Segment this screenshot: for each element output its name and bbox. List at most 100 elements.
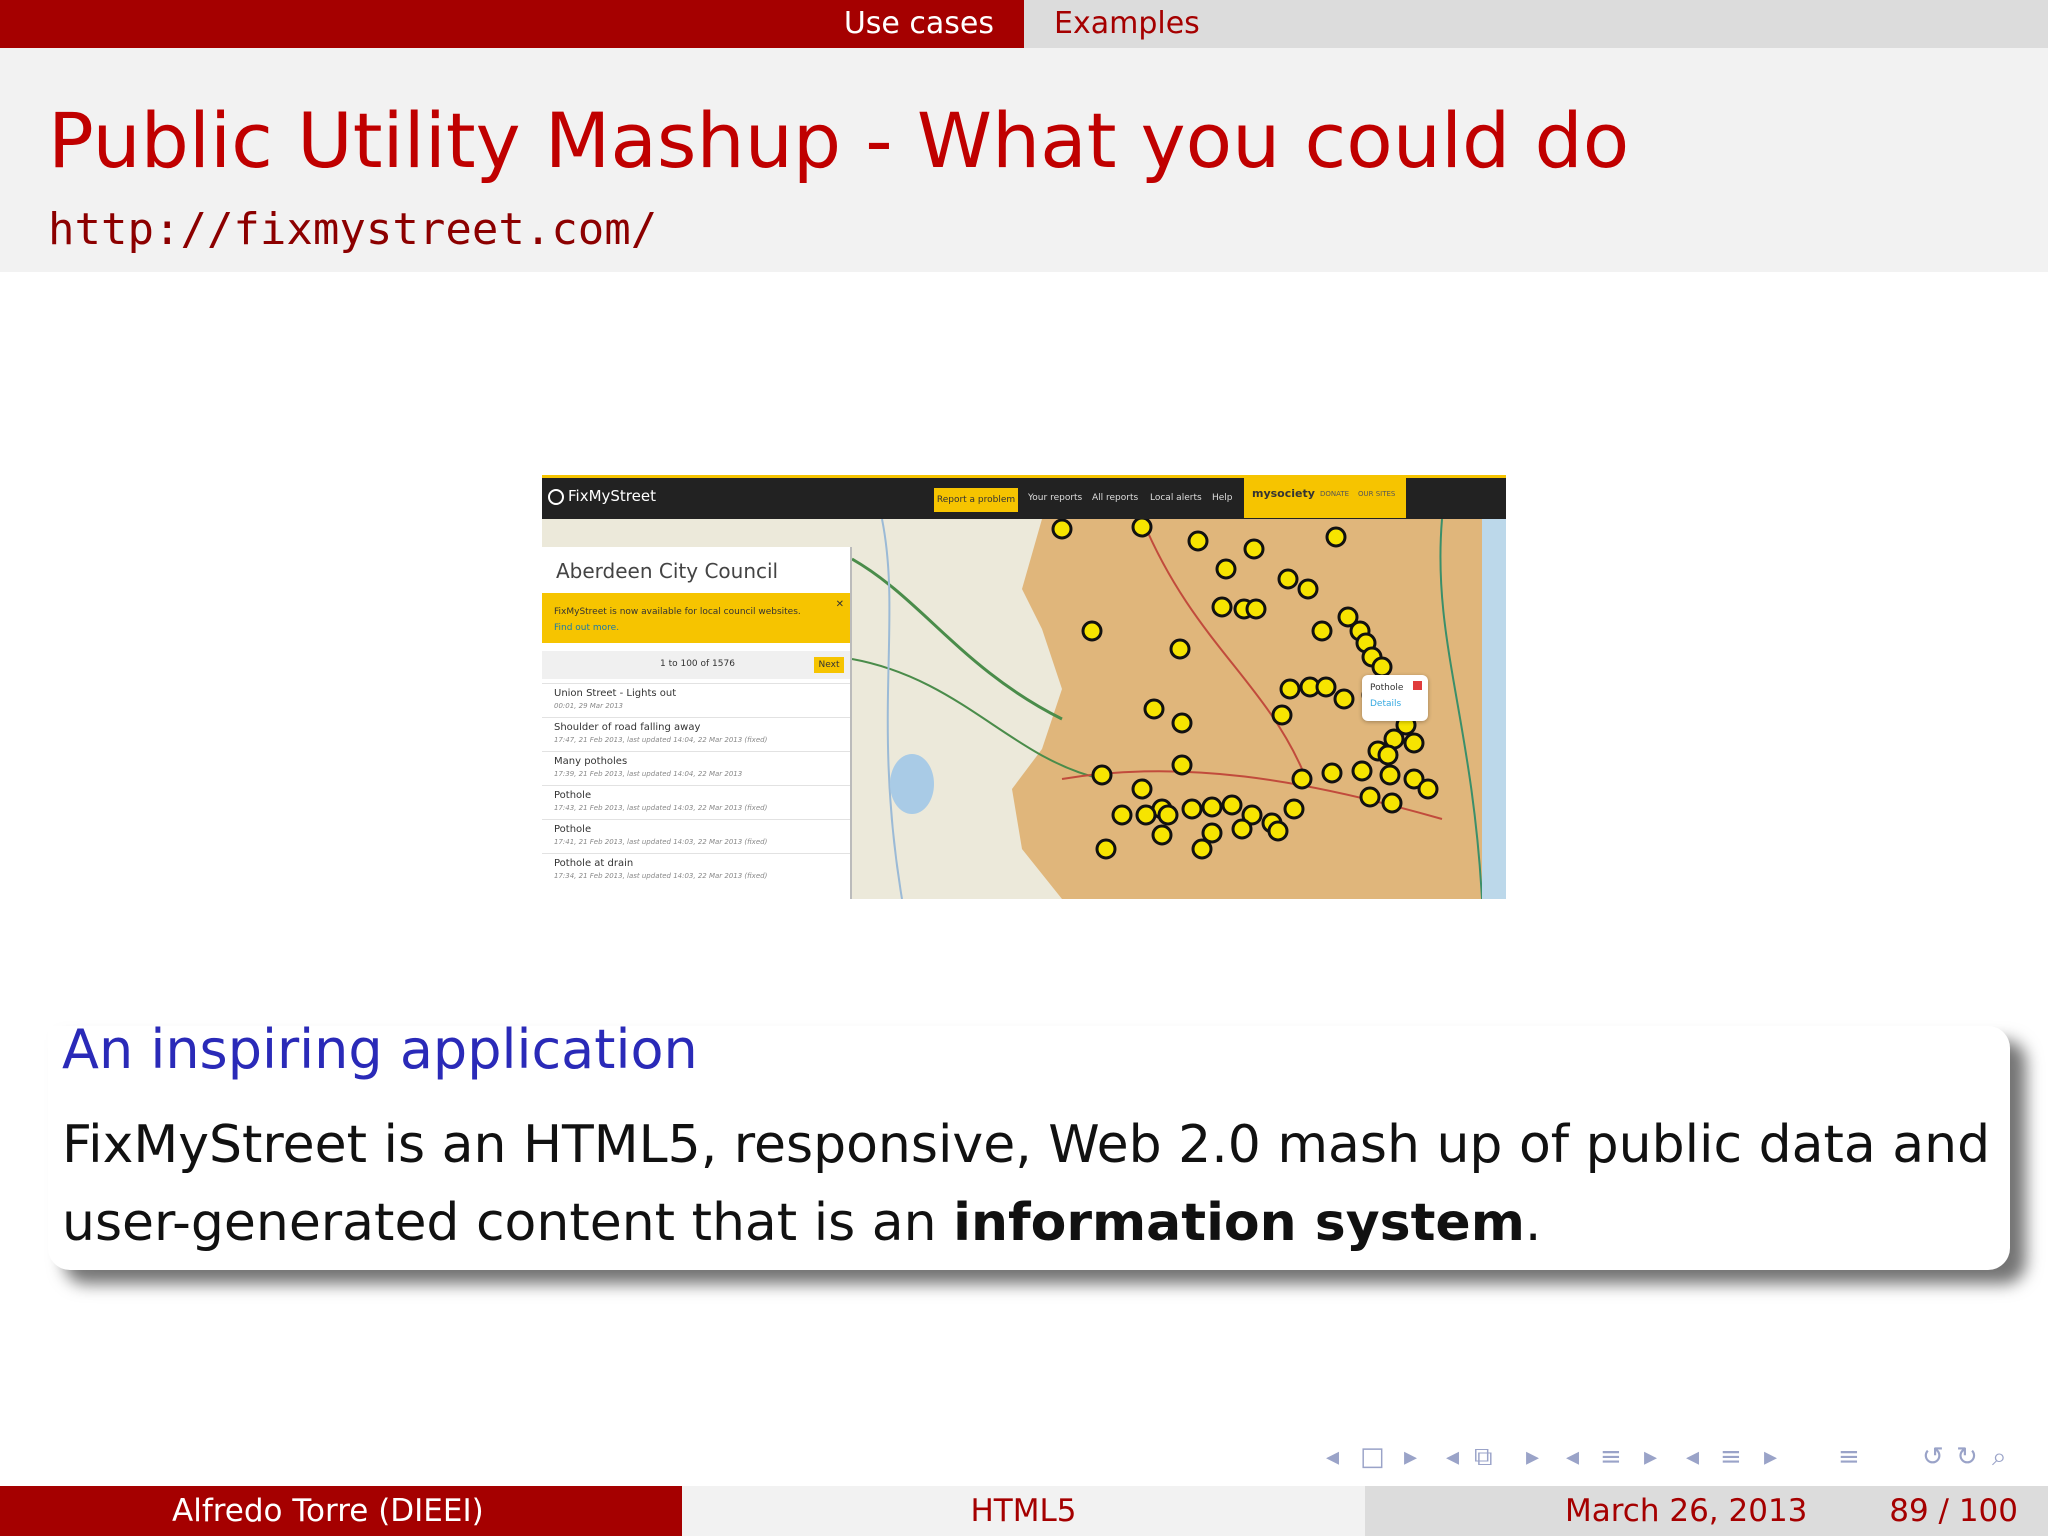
- popup-details-link[interactable]: Details: [1370, 699, 1401, 709]
- map-pin-icon[interactable]: [1081, 620, 1103, 642]
- map-pin-icon[interactable]: [1181, 798, 1203, 820]
- block-body-bold: information system: [953, 1193, 1525, 1253]
- footer-page-number: 89 / 100: [1889, 1493, 2018, 1529]
- map-pin-icon[interactable]: [1171, 712, 1193, 734]
- map-pin-icon[interactable]: [1187, 530, 1209, 552]
- footer-author-box: Alfredo Torre (DIEEI): [0, 1486, 682, 1536]
- map-pin-icon[interactable]: [1215, 558, 1237, 580]
- map-pin-icon[interactable]: [1151, 824, 1173, 846]
- map-pin-icon[interactable]: [1143, 698, 1165, 720]
- nav-section-icons[interactable]: ◂ ≡ ▸: [1566, 1436, 1706, 1476]
- map-pin-icon[interactable]: [1277, 568, 1299, 590]
- nav-search-icon[interactable]: ↺ ↻ ⌕: [1922, 1436, 2032, 1476]
- map-pin-icon[interactable]: [1171, 754, 1193, 776]
- map-pin-icon[interactable]: [1111, 804, 1133, 826]
- footer: Alfredo Torre (DIEEI) HTML5 March 26, 20…: [0, 1486, 2048, 1536]
- map-pin-icon[interactable]: [1315, 676, 1337, 698]
- list-item[interactable]: Union Street - Lights out 00:01, 29 Mar …: [542, 683, 850, 717]
- map-pin-icon[interactable]: [1379, 764, 1401, 786]
- list-item[interactable]: Shoulder of road falling away 17:47, 21 …: [542, 717, 850, 751]
- block-body: FixMyStreet is an HTML5, responsive, Web…: [62, 1106, 1992, 1262]
- nav-local-alerts[interactable]: Local alerts: [1150, 493, 1202, 503]
- close-icon[interactable]: ✕: [836, 599, 844, 610]
- map-pin-icon[interactable]: [1377, 744, 1399, 766]
- popup-close-icon[interactable]: [1413, 681, 1422, 690]
- mysociety-badge[interactable]: mysociety DONATE OUR SITES: [1244, 478, 1406, 518]
- nav-section-use-cases[interactable]: Use cases: [844, 0, 994, 48]
- donate-link[interactable]: DONATE: [1320, 490, 1349, 498]
- footer-title-box: HTML5: [682, 1486, 1365, 1536]
- logo-text: FixMyStreet: [568, 487, 656, 505]
- our-sites-link[interactable]: OUR SITES: [1358, 490, 1395, 498]
- map-pin-icon[interactable]: [1231, 818, 1253, 840]
- next-button[interactable]: Next: [814, 657, 844, 673]
- fixmystreet-screenshot: FixMyStreet Report a problem Your report…: [542, 475, 1506, 899]
- report-title: Union Street - Lights out: [554, 688, 677, 699]
- map-pin-icon[interactable]: [1333, 688, 1355, 710]
- list-item[interactable]: Pothole at drain 17:34, 21 Feb 2013, las…: [542, 853, 850, 887]
- nav-help[interactable]: Help: [1212, 493, 1233, 503]
- map-pin-icon[interactable]: [1297, 578, 1319, 600]
- map-pin-icon[interactable]: [1325, 526, 1347, 548]
- logo-icon: [548, 488, 564, 505]
- footer-date: March 26, 2013: [1565, 1493, 1808, 1529]
- block-title: An inspiring application: [62, 1018, 698, 1081]
- map-pin-icon[interactable]: [1291, 768, 1313, 790]
- nav-frame-icons[interactable]: ◂ □ ▸: [1326, 1436, 1466, 1476]
- fixmystreet-logo[interactable]: FixMyStreet: [548, 487, 656, 505]
- map-pin-icon[interactable]: [1051, 518, 1073, 540]
- map-pin-icon[interactable]: [1417, 778, 1439, 800]
- map-pin-icon[interactable]: [1351, 760, 1373, 782]
- map-pin-icon[interactable]: [1191, 838, 1213, 860]
- section-nav-right: Examples: [1024, 0, 2048, 48]
- nav-appendix-icons[interactable]: ◂ ≡ ▸: [1686, 1436, 1826, 1476]
- report-meta: 17:43, 21 Feb 2013, last updated 14:03, …: [554, 804, 768, 812]
- nav-subsection-examples[interactable]: Examples: [1054, 0, 1200, 48]
- map-pin-icon[interactable]: [1267, 820, 1289, 842]
- map-pin-icon[interactable]: [1311, 620, 1333, 642]
- nav-subsection-icons[interactable]: ◂ ⧉ ▸: [1446, 1436, 1586, 1476]
- map-pin-icon[interactable]: [1243, 538, 1265, 560]
- map-pin-icon[interactable]: [1271, 704, 1293, 726]
- map-pin-icon[interactable]: [1201, 796, 1223, 818]
- section-nav-left: Use cases: [0, 0, 1024, 48]
- map-pin-icon[interactable]: [1279, 678, 1301, 700]
- popup-title: Pothole: [1370, 683, 1404, 693]
- report-meta: 17:39, 21 Feb 2013, last updated 14:04, …: [554, 770, 743, 778]
- map-pin-icon[interactable]: [1321, 762, 1343, 784]
- list-item[interactable]: Many potholes 17:39, 21 Feb 2013, last u…: [542, 751, 850, 785]
- slide-subtitle-url[interactable]: http://fixmystreet.com/: [48, 204, 657, 255]
- council-name: Aberdeen City Council: [556, 559, 779, 583]
- footer-date-box: March 26, 2013 89 / 100: [1365, 1486, 2048, 1536]
- title-band: Public Utility Mashup - What you could d…: [0, 48, 2048, 272]
- map-pin-icon[interactable]: [1221, 794, 1243, 816]
- report-meta: 17:34, 21 Feb 2013, last updated 14:03, …: [554, 872, 768, 880]
- map-pin-icon[interactable]: [1403, 732, 1425, 754]
- nav-your-reports[interactable]: Your reports: [1028, 493, 1082, 503]
- footer-author: Alfredo Torre (DIEEI): [172, 1493, 484, 1529]
- map-pin-icon[interactable]: [1157, 804, 1179, 826]
- list-item[interactable]: Pothole 17:43, 21 Feb 2013, last updated…: [542, 785, 850, 819]
- report-title: Many potholes: [554, 756, 628, 767]
- map-popup: Pothole Details: [1362, 675, 1428, 721]
- map-pin-icon[interactable]: [1381, 792, 1403, 814]
- footer-short-title: HTML5: [970, 1493, 1077, 1529]
- map-pin-icon[interactable]: [1211, 596, 1233, 618]
- nav-document-icon[interactable]: ≡: [1838, 1436, 1878, 1476]
- notice-link[interactable]: Find out more.: [554, 623, 619, 633]
- report-problem-button[interactable]: Report a problem: [934, 488, 1018, 512]
- nav-all-reports[interactable]: All reports: [1092, 493, 1138, 503]
- list-item[interactable]: Pothole 17:41, 21 Feb 2013, last updated…: [542, 819, 850, 853]
- map-pin-icon[interactable]: [1135, 804, 1157, 826]
- notice-text: FixMyStreet is now available for local c…: [554, 607, 801, 617]
- map-pin-icon[interactable]: [1091, 764, 1113, 786]
- map-pin-icon[interactable]: [1169, 638, 1191, 660]
- map-pin-icon[interactable]: [1095, 838, 1117, 860]
- map-pin-icon[interactable]: [1245, 598, 1267, 620]
- map-pin-icon[interactable]: [1371, 656, 1393, 678]
- map-pin-icon[interactable]: [1131, 778, 1153, 800]
- pager-count: 1 to 100 of 1576: [660, 659, 735, 669]
- map-pin-icon[interactable]: [1283, 798, 1305, 820]
- map-pin-icon[interactable]: [1131, 516, 1153, 538]
- map-pin-icon[interactable]: [1359, 786, 1381, 808]
